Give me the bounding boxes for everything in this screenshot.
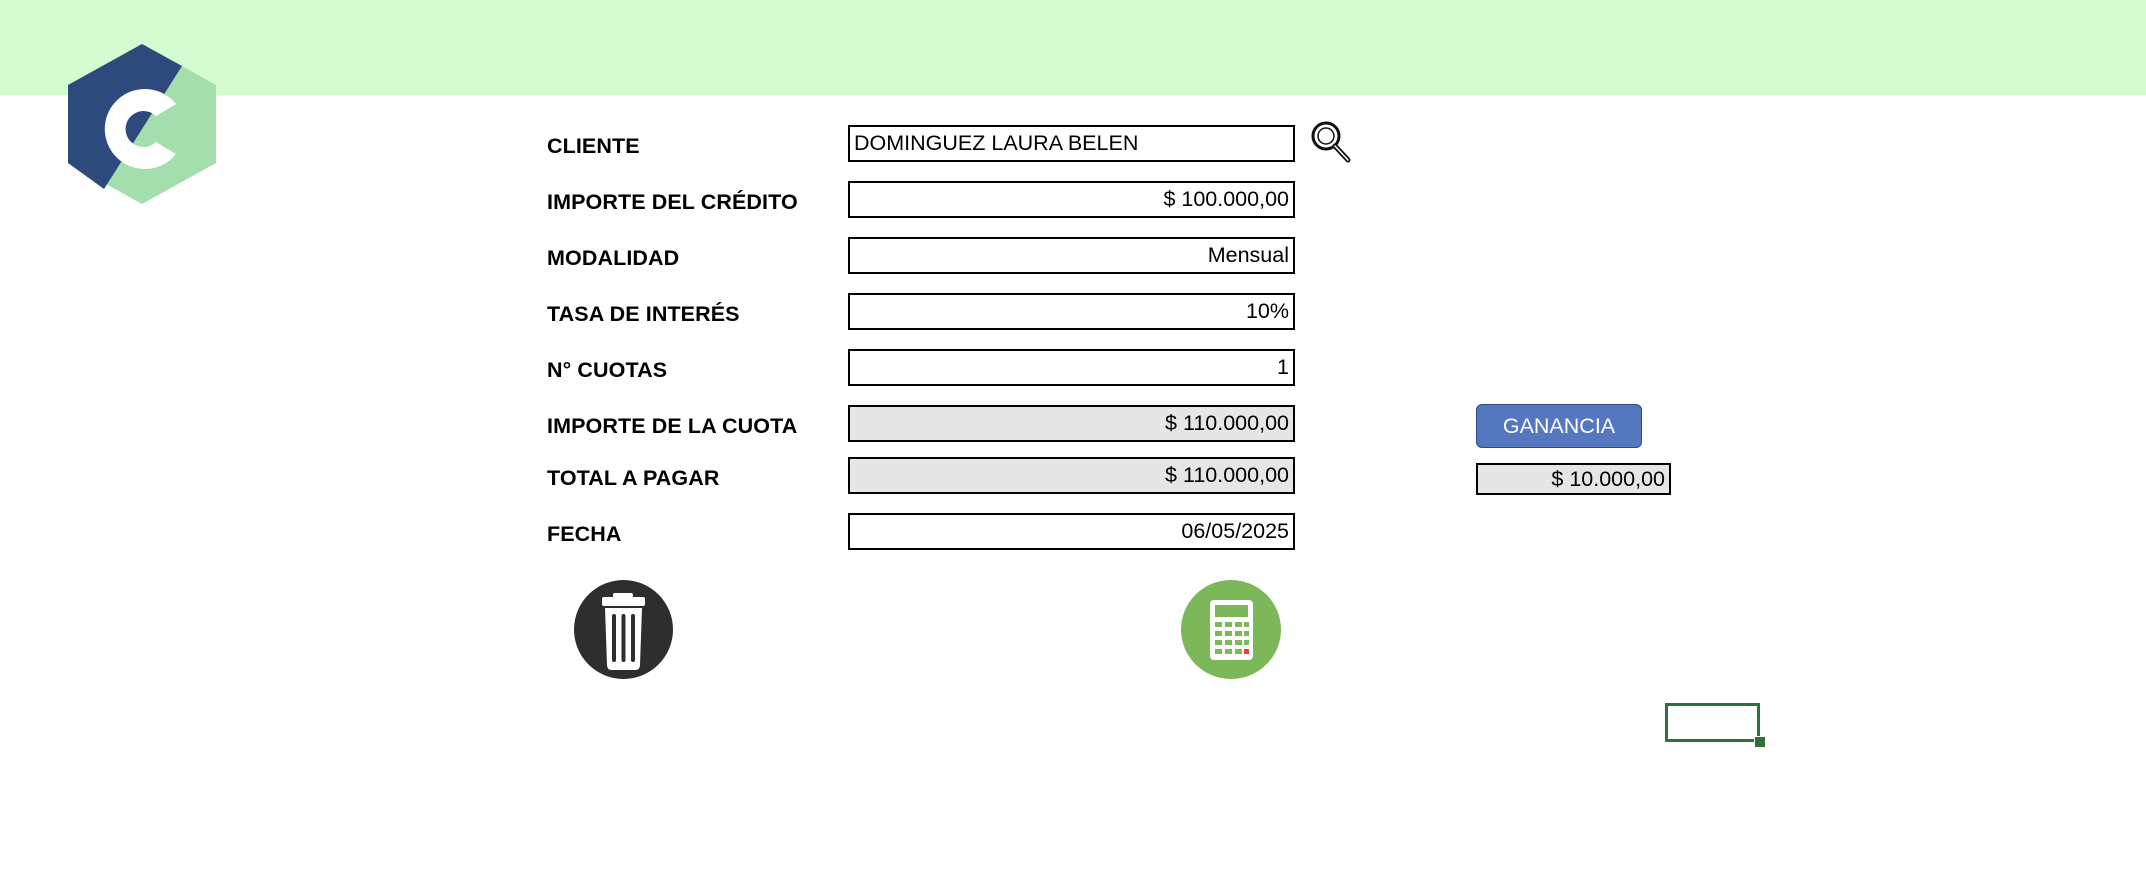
label-tasa-interes: TASA DE INTERÉS — [547, 302, 740, 326]
selected-cell[interactable] — [1665, 703, 1760, 742]
trash-icon — [602, 593, 645, 670]
calculate-button[interactable] — [1181, 580, 1281, 679]
modalidad-field[interactable]: Mensual — [848, 237, 1295, 274]
total-pagar-field: $ 110.000,00 — [848, 457, 1295, 494]
delete-button[interactable] — [574, 580, 673, 679]
label-modalidad: MODALIDAD — [547, 246, 680, 270]
label-importe-cuota: IMPORTE DE LA CUOTA — [547, 414, 798, 438]
ganancia-value: $ 10.000,00 — [1476, 463, 1671, 495]
tasa-interes-field[interactable]: 10% — [848, 293, 1295, 330]
cliente-field[interactable]: DOMINGUEZ LAURA BELEN — [848, 125, 1295, 162]
label-cliente: CLIENTE — [547, 134, 640, 158]
fecha-field[interactable]: 06/05/2025 — [848, 513, 1295, 550]
calculator-icon — [1210, 600, 1253, 660]
c-hexagon-logo — [68, 44, 216, 204]
cuotas-field[interactable]: 1 — [848, 349, 1295, 386]
label-fecha: FECHA — [547, 522, 622, 546]
label-cuotas: N° CUOTAS — [547, 358, 668, 382]
magnifier-icon[interactable] — [1310, 120, 1352, 164]
importe-cuota-field: $ 110.000,00 — [848, 405, 1295, 442]
fill-handle[interactable] — [1754, 736, 1766, 748]
header-band — [0, 0, 2146, 95]
importe-credito-field[interactable]: $ 100.000,00 — [848, 181, 1295, 218]
label-importe-credito: IMPORTE DEL CRÉDITO — [547, 190, 798, 214]
ganancia-button[interactable]: GANANCIA — [1476, 404, 1642, 448]
label-total-pagar: TOTAL A PAGAR — [547, 466, 720, 490]
